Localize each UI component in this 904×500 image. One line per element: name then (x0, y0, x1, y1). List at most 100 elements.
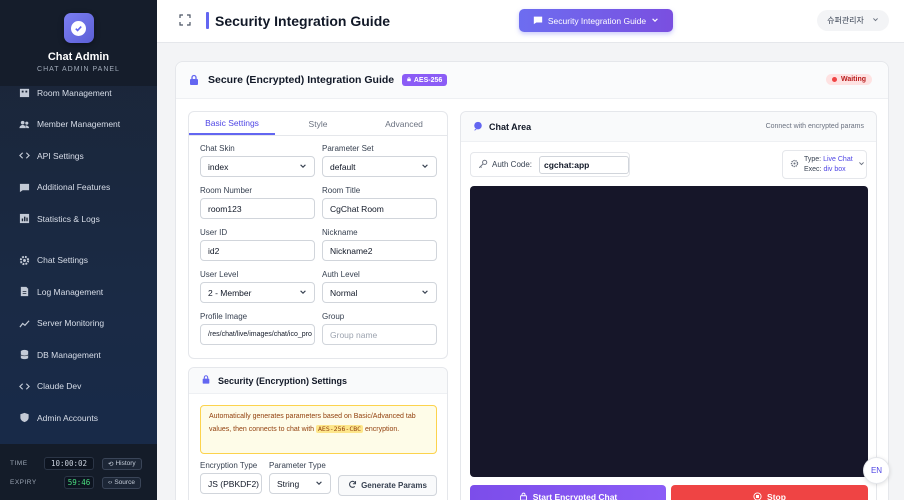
chat-screen[interactable] (470, 186, 868, 477)
chevron-down-icon (421, 162, 429, 172)
brand: Chat Admin CHAT ADMIN PANEL (0, 0, 157, 86)
sidebar-item-server-monitoring[interactable]: Server Monitoring (0, 308, 157, 340)
chat-bubble-icon (473, 121, 483, 133)
group-field: Group Group name (322, 312, 437, 345)
exec-label: Exec: (804, 165, 822, 173)
sidebar-item-label: Additional Features (37, 182, 111, 193)
room-number-input[interactable]: room123 (200, 198, 315, 219)
source-button[interactable]: ‹› Source (102, 476, 141, 489)
line-chart-icon (18, 317, 30, 329)
sidebar-item-db-management[interactable]: DB Management (0, 339, 157, 371)
sidebar-item-log-management[interactable]: Log Management (0, 276, 157, 308)
time-value: 10:00:02 (44, 457, 94, 470)
lock-icon (188, 74, 200, 86)
sidebar-item-chat-settings[interactable]: Chat Settings (0, 245, 157, 277)
status-label: Waiting (840, 76, 866, 83)
chat-area-card: Chat Area Connect with encrypted params … (460, 111, 877, 500)
user-level-label: User Level (200, 270, 239, 279)
sidebar-item-label: DB Management (37, 349, 101, 360)
generate-params-label: Generate Params (361, 481, 427, 490)
expiry-label: EXPIRY (10, 479, 37, 486)
expand-icon[interactable] (179, 14, 191, 26)
nickname-input[interactable]: Nickname2 (322, 240, 437, 261)
auth-code-input[interactable]: cgchat:app (539, 155, 629, 174)
sidebar-item-admin-accounts[interactable]: Admin Accounts (0, 402, 157, 434)
chevron-down-icon (872, 16, 879, 25)
user-id-label: User ID (200, 228, 228, 237)
sidebar-item-api-settings[interactable]: API Settings (0, 140, 157, 172)
stop-icon (753, 491, 762, 500)
sidebar-item-additional-features[interactable]: Additional Features (0, 172, 157, 204)
type-label: Type: (804, 155, 822, 163)
sidebar-item-member-management[interactable]: Member Management (0, 109, 157, 141)
brand-subtitle: CHAT ADMIN PANEL (37, 66, 120, 73)
security-title: Security (Encryption) Settings (218, 375, 348, 386)
type-exec-text: Type: Live Chat Exec: div box (804, 155, 853, 175)
auth-level-select[interactable]: Normal (322, 282, 437, 303)
sidebar-item-claude-dev[interactable]: Claude Dev (0, 371, 157, 403)
building-icon (18, 87, 30, 99)
history-icon: ⟲ (108, 460, 114, 468)
sidebar-item-statistics-logs[interactable]: Statistics & Logs (0, 203, 157, 235)
language-toggle-button[interactable]: EN (863, 457, 890, 484)
aes-badge-label: AES-256 (413, 76, 443, 84)
sidebar-item-label: Claude Dev (37, 381, 82, 392)
lock-icon (519, 492, 528, 500)
refresh-icon (348, 480, 357, 491)
user-level-select[interactable]: 2 - Member (200, 282, 315, 303)
room-title-field: Room Title CgChat Room (322, 186, 437, 219)
tab-style[interactable]: Style (275, 112, 361, 135)
user-id-input[interactable]: id2 (200, 240, 315, 261)
key-icon (478, 159, 488, 171)
parameter-set-label: Parameter Set (322, 144, 374, 153)
chevron-down-icon (299, 288, 307, 298)
chat-bubble-icon (18, 181, 30, 193)
aes-badge: 🔒︎ AES-256 (402, 74, 448, 86)
group-label: Group (322, 312, 345, 321)
sidebar-item-label: Room Management (37, 87, 112, 98)
profile-image-label: Profile Image (200, 312, 248, 321)
parameter-set-field: Parameter Set default (322, 144, 437, 177)
security-header: Security (Encryption) Settings (189, 368, 447, 394)
encryption-type-label: Encryption Type (200, 461, 258, 470)
sidebar-item-label: API Settings (37, 150, 84, 161)
status-dot (831, 77, 837, 82)
tab-basic-settings[interactable]: Basic Settings (189, 112, 275, 135)
chat-bubble-icon (533, 15, 543, 27)
parameter-type-value: String (277, 478, 300, 489)
code-icon: ‹› (108, 479, 113, 486)
generate-params-button[interactable]: Generate Params (338, 475, 437, 496)
page-title: Security Integration Guide (215, 13, 391, 29)
sidebar-item-label: Server Monitoring (37, 318, 105, 329)
time-label: TIME (10, 460, 28, 467)
history-button[interactable]: ⟲ History (102, 457, 142, 470)
group-input[interactable]: Group name (322, 324, 437, 345)
chat-title: Chat Area (489, 121, 532, 132)
auth-code-box: Auth Code: cgchat:app (470, 152, 630, 177)
room-number-field: Room Number room123 (200, 186, 315, 219)
guide-dropdown-button[interactable]: Security Integration Guide (519, 9, 673, 32)
chevron-down-icon (421, 288, 429, 298)
gear-icon (18, 254, 30, 266)
settings-tabs: Basic Settings Style Advanced (189, 112, 447, 136)
sidebar-footer: TIME 10:00:02 ⟲ History EXPIRY 59:46 ‹› … (0, 444, 157, 500)
title-accent-bar (206, 12, 209, 29)
chat-skin-select[interactable]: index (200, 156, 315, 177)
start-encrypted-chat-button[interactable]: Start Encrypted Chat (470, 485, 666, 500)
type-exec-dropdown[interactable]: Type: Live Chat Exec: div box (782, 150, 867, 179)
notice-text-end: encryption. (365, 426, 400, 433)
document-icon (18, 286, 30, 298)
status-badge: Waiting (825, 74, 872, 85)
chevron-down-icon (299, 162, 307, 172)
user-menu-button[interactable]: 슈퍼관리자 (817, 10, 889, 31)
tab-advanced[interactable]: Advanced (361, 112, 447, 135)
security-notice: Automatically generates parameters based… (200, 405, 437, 454)
encryption-type-select[interactable]: JS (PBKDF2) (200, 473, 262, 494)
stop-button[interactable]: Stop (671, 485, 868, 500)
profile-image-input[interactable]: /res/chat/live/images/chat/ico_pro (200, 324, 315, 345)
sidebar-item-label: Member Management (37, 119, 121, 130)
nickname-field: Nickname Nickname2 (322, 228, 437, 261)
parameter-set-select[interactable]: default (322, 156, 437, 177)
room-title-input[interactable]: CgChat Room (322, 198, 437, 219)
parameter-type-select[interactable]: String (269, 473, 331, 494)
